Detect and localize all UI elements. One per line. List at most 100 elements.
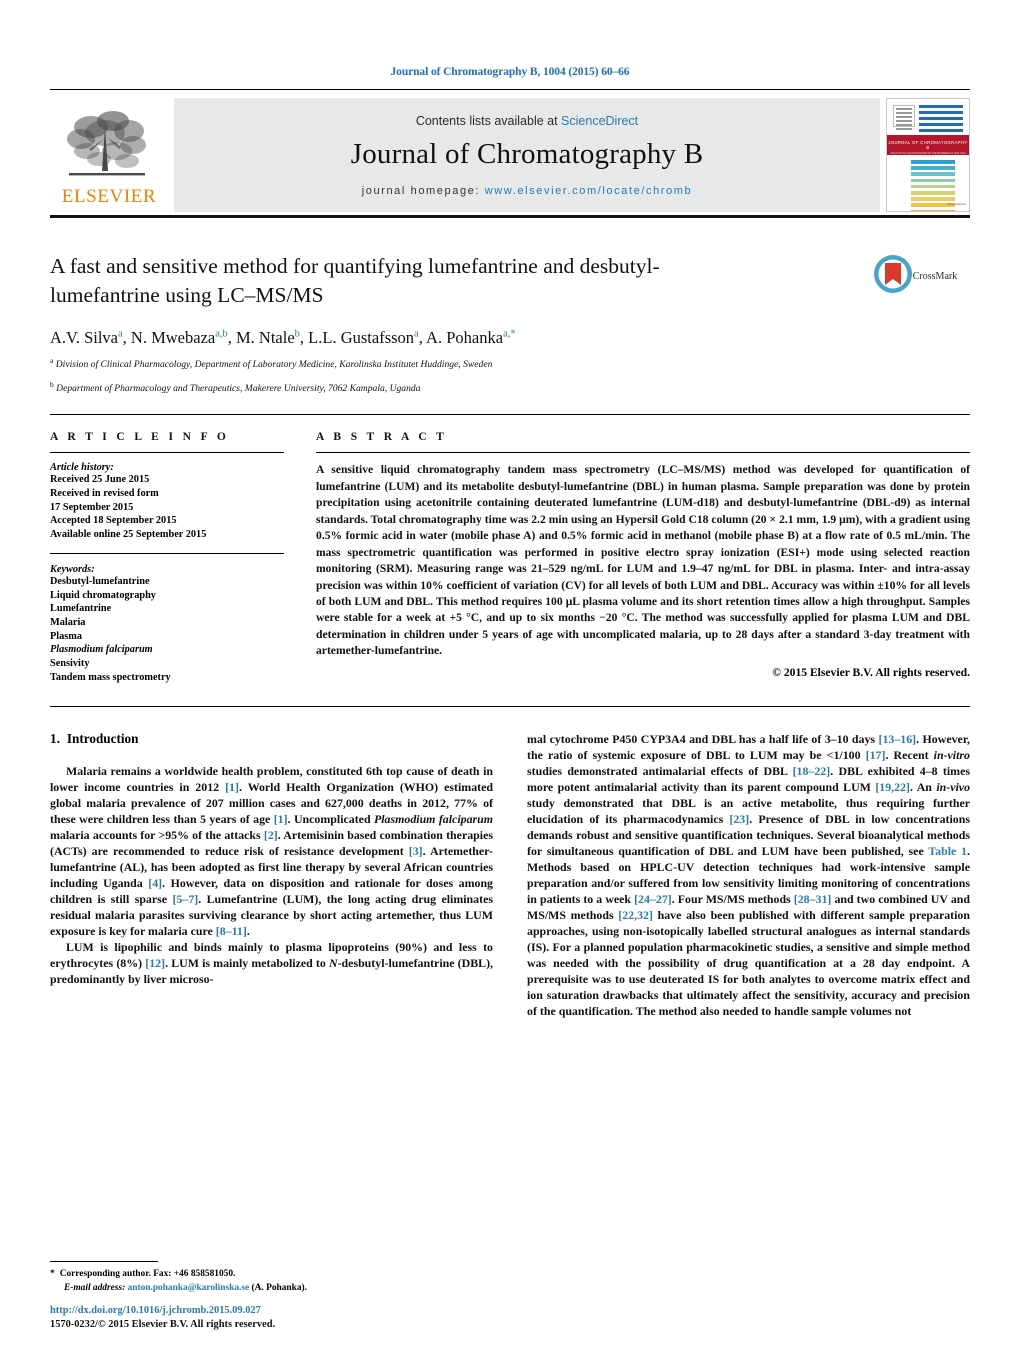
section-heading-introduction: 1. Introduction — [50, 731, 493, 747]
author-affil-marker: a,b — [215, 328, 228, 340]
keyword-item: Tandem mass spectrometry — [50, 671, 171, 683]
contents-available-line: Contents lists available at ScienceDirec… — [416, 114, 638, 128]
homepage-prefix: journal homepage: — [361, 184, 485, 197]
elsevier-logo: ELSEVIER — [50, 94, 168, 216]
citation-link[interactable]: [18–22] — [793, 764, 831, 778]
corresponding-author-footnote: * Corresponding author. Fax: +46 85858105… — [50, 1261, 465, 1295]
affiliation-text: Department of Pharmacology and Therapeut… — [56, 383, 421, 395]
page-title: A fast and sensitive method for quantify… — [50, 254, 660, 307]
info-abstract-section: A R T I C L E I N F O Article history: R… — [50, 415, 970, 684]
citation-link[interactable]: [19,22] — [875, 780, 910, 794]
abstract-column: A B S T R A C T A sensitive liquid chrom… — [306, 431, 970, 684]
article-history-block: Article history: Received 25 June 2015 R… — [50, 462, 284, 541]
abstract-heading: A B S T R A C T — [316, 431, 448, 444]
history-item: Received in revised form — [50, 488, 159, 500]
keyword-item: Desbutyl-lumefantrine — [50, 575, 150, 587]
cover-banner-title: JOURNAL OF CHROMATOGRAPHY B — [888, 140, 968, 150]
journal-homepage-link[interactable]: www.elsevier.com/locate/chromb — [485, 185, 693, 197]
keyword-item: Plasmodium falciparum — [50, 644, 153, 656]
elsevier-tree-icon — [67, 110, 146, 175]
issn-copyright-line: 1570-0232/© 2015 Elsevier B.V. All right… — [50, 1319, 276, 1331]
article-header: A fast and sensitive method for quantify… — [50, 252, 970, 396]
citation-link[interactable]: [13–16] — [879, 732, 917, 746]
keyword-item: Plasma — [50, 630, 83, 642]
keyword-item: Sensivity — [50, 657, 90, 669]
footnote-star-marker: * — [50, 1269, 55, 1280]
body-columns: 1. Introduction Malaria remains a worldwi… — [50, 731, 970, 1019]
history-item: Received 25 June 2015 — [50, 474, 150, 486]
affiliation-text: Division of Clinical Pharmacology, Depar… — [55, 359, 493, 371]
body-column-left: 1. Introduction Malaria remains a worldwi… — [50, 731, 493, 1019]
citation-link[interactable]: [4] — [148, 876, 162, 890]
citation-link[interactable]: [1] — [225, 780, 239, 794]
paragraph: LUM is lipophilic and binds mainly to pl… — [50, 940, 494, 987]
article-info-column: A R T I C L E I N F O Article history: R… — [50, 431, 306, 684]
body-column-right: mal cytochrome P450 CYP3A4 and DBL has a… — [527, 731, 970, 1019]
table-link[interactable]: Table 1 — [928, 844, 967, 858]
footnote-rule — [50, 1261, 158, 1263]
keywords-label: Keywords: — [50, 563, 95, 575]
sciencedirect-link[interactable]: ScienceDirect — [561, 114, 638, 128]
citation-link[interactable]: [2] — [264, 828, 278, 842]
keyword-item: Malaria — [50, 616, 86, 628]
citation-link[interactable]: [28–31] — [794, 892, 832, 906]
crossmark-label: CrossMark — [912, 270, 958, 282]
doi-link[interactable]: http://dx.doi.org/10.1016/j.jchromb.2015… — [50, 1304, 275, 1319]
author-list: A.V. Silvaa, N. Mwebazaa,b, M. Ntaleb, L… — [50, 328, 516, 348]
citation-link[interactable]: [23] — [729, 812, 749, 826]
history-item: 17 September 2015 — [50, 501, 134, 513]
email-address-label: E-mail address: — [64, 1282, 126, 1293]
affiliation-line: b Department of Pharmacology and Therape… — [50, 380, 970, 396]
author-affil-marker: b — [294, 328, 300, 340]
citation-link[interactable]: [5–7] — [172, 892, 198, 906]
affiliation-marker: a — [50, 356, 54, 366]
cover-red-banner: JOURNAL OF CHROMATOGRAPHY B ANALYTICAL T… — [887, 135, 969, 158]
keywords-divider — [50, 552, 284, 554]
citation-link[interactable]: [22,32] — [618, 908, 653, 922]
journal-banner: ELSEVIER Contents lists available at Sci… — [50, 89, 970, 215]
elsevier-wordmark: ELSEVIER — [61, 185, 157, 207]
footnote-corresponding-line: * Corresponding author. Fax: +46 85858105… — [50, 1268, 465, 1281]
article-info-rule — [50, 452, 284, 454]
citation-link[interactable]: [8–11] — [216, 924, 247, 938]
affiliation-line: a Division of Clinical Pharmacology, Dep… — [50, 356, 970, 372]
citation-link[interactable]: [1] — [274, 812, 288, 826]
paragraph: mal cytochrome P450 CYP3A4 and DBL has a… — [527, 732, 971, 1019]
journal-title: Journal of Chromatography B — [350, 137, 704, 170]
keywords-block: Keywords: Desbutyl-lumefantrine Liquid c… — [50, 564, 284, 685]
history-item: Available online 25 September 2015 — [50, 529, 207, 541]
author-affil-marker: a — [118, 328, 123, 340]
section-number: 1. — [50, 731, 60, 747]
cover-top-bars — [919, 105, 963, 135]
cover-sciencedirect-mark: ScienceDirect — [947, 202, 966, 206]
paragraph: Malaria remains a worldwide health probl… — [50, 764, 493, 939]
article-info-heading: A R T I C L E I N F O — [50, 431, 230, 444]
footnote-email-line: E-mail address: anton.pohanka@karolinska… — [50, 1282, 465, 1295]
cover-banner-subtitle: ANALYTICAL TECHNOLOGIES IN THE BIOMEDICA… — [890, 151, 966, 158]
running-head: Journal of Chromatography B, 1004 (2015)… — [390, 66, 630, 78]
article-history-label: Article history: — [50, 462, 114, 474]
crossmark-badge[interactable]: CrossMark — [860, 254, 970, 294]
keyword-item: Lumefantrine — [50, 603, 112, 615]
author-affil-marker: a,* — [503, 328, 516, 340]
history-item: Accepted 18 September 2015 — [50, 515, 177, 527]
corresponding-author-text: Corresponding author. Fax: +46 858581050… — [59, 1269, 236, 1280]
section-title: Introduction — [66, 731, 139, 747]
contents-prefix: Contents lists available at — [415, 113, 562, 128]
email-link[interactable]: anton.pohanka@karolinska.se — [128, 1283, 250, 1293]
abstract-copyright: © 2015 Elsevier B.V. All rights reserved… — [772, 665, 970, 679]
journal-homepage-line: journal homepage: www.elsevier.com/locat… — [362, 185, 693, 197]
citation-link[interactable]: [3] — [409, 844, 423, 858]
citation-link[interactable]: [24–27] — [634, 892, 672, 906]
citation-link[interactable]: [12] — [145, 956, 165, 970]
crossmark-icon — [873, 255, 912, 293]
footer-doi-block: http://dx.doi.org/10.1016/j.jchromb.2015… — [50, 1304, 275, 1333]
citation-link[interactable]: [17] — [866, 748, 886, 762]
journal-cover-thumbnail: JOURNAL OF CHROMATOGRAPHY B ANALYTICAL T… — [886, 98, 970, 212]
email-owner: (A. Pohanka). — [249, 1282, 307, 1293]
author-affil-marker: a — [414, 328, 419, 340]
journal-banner-center: Contents lists available at ScienceDirec… — [174, 98, 880, 212]
journal-article-page: Journal of Chromatography B, 1004 (2015)… — [0, 0, 1020, 1351]
abstract-text: A sensitive liquid chromatography tandem… — [316, 463, 970, 658]
cover-mini-logo-icon — [893, 105, 915, 130]
